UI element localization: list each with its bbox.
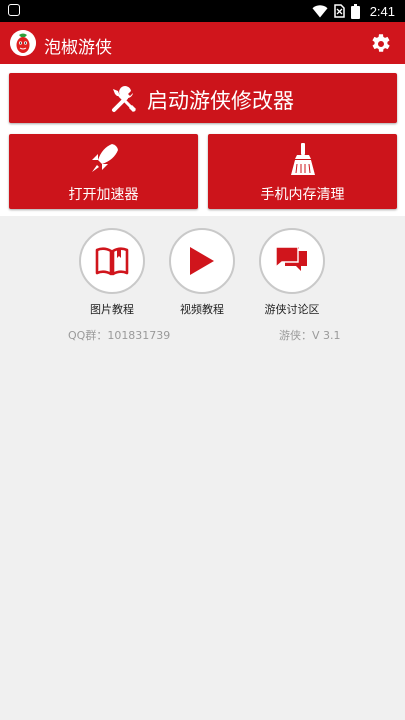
tools-icon <box>112 86 136 112</box>
no-sim-icon <box>333 4 345 18</box>
discussion-label: 游侠讨论区 <box>264 303 320 316</box>
memory-clean-button[interactable]: 手机内存清理 <box>208 134 397 209</box>
play-icon <box>190 247 214 275</box>
app-title: 泡椒游侠 <box>44 38 112 58</box>
version-text: 游侠：V 3.1 <box>279 329 341 342</box>
discussion-button[interactable] <box>259 228 325 294</box>
app-bar: 泡椒游侠 <box>0 22 405 64</box>
picture-tutorial-item[interactable]: 图片教程 <box>72 228 152 317</box>
status-bar: 2:41 <box>0 0 405 22</box>
book-icon <box>95 247 129 276</box>
launch-modifier-label: 启动游侠修改器 <box>147 89 294 113</box>
status-icons: 2:41 <box>312 0 395 22</box>
video-tutorial-label: 视频教程 <box>180 303 224 316</box>
picture-tutorial-button[interactable] <box>79 228 145 294</box>
battery-icon <box>350 3 360 19</box>
pepper-mascot-icon <box>10 30 36 56</box>
open-accelerator-button[interactable]: 打开加速器 <box>9 134 198 209</box>
tutorial-shortcuts: 图片教程 视频教程 游侠讨论区 <box>0 228 405 318</box>
launch-modifier-button[interactable]: 启动游侠修改器 <box>9 73 397 123</box>
wifi-icon <box>312 4 328 17</box>
picture-tutorial-label: 图片教程 <box>90 303 134 316</box>
clock: 2:41 <box>369 3 395 19</box>
notification-icon <box>8 4 20 16</box>
video-tutorial-button[interactable] <box>169 228 235 294</box>
open-accelerator-label: 打开加速器 <box>68 187 139 203</box>
broom-icon <box>290 143 315 175</box>
action-panel: 启动游侠修改器 打开加速器 手机内存清理 <box>0 64 405 216</box>
qq-group-text: QQ群：101831739 <box>68 329 171 342</box>
discussion-item[interactable]: 游侠讨论区 <box>252 228 332 317</box>
memory-clean-label: 手机内存清理 <box>260 187 345 203</box>
video-tutorial-item[interactable]: 视频教程 <box>162 228 242 317</box>
app-logo <box>10 30 36 56</box>
settings-gear-icon[interactable] <box>369 31 393 55</box>
rocket-icon <box>91 144 118 172</box>
chat-icon <box>275 246 307 271</box>
